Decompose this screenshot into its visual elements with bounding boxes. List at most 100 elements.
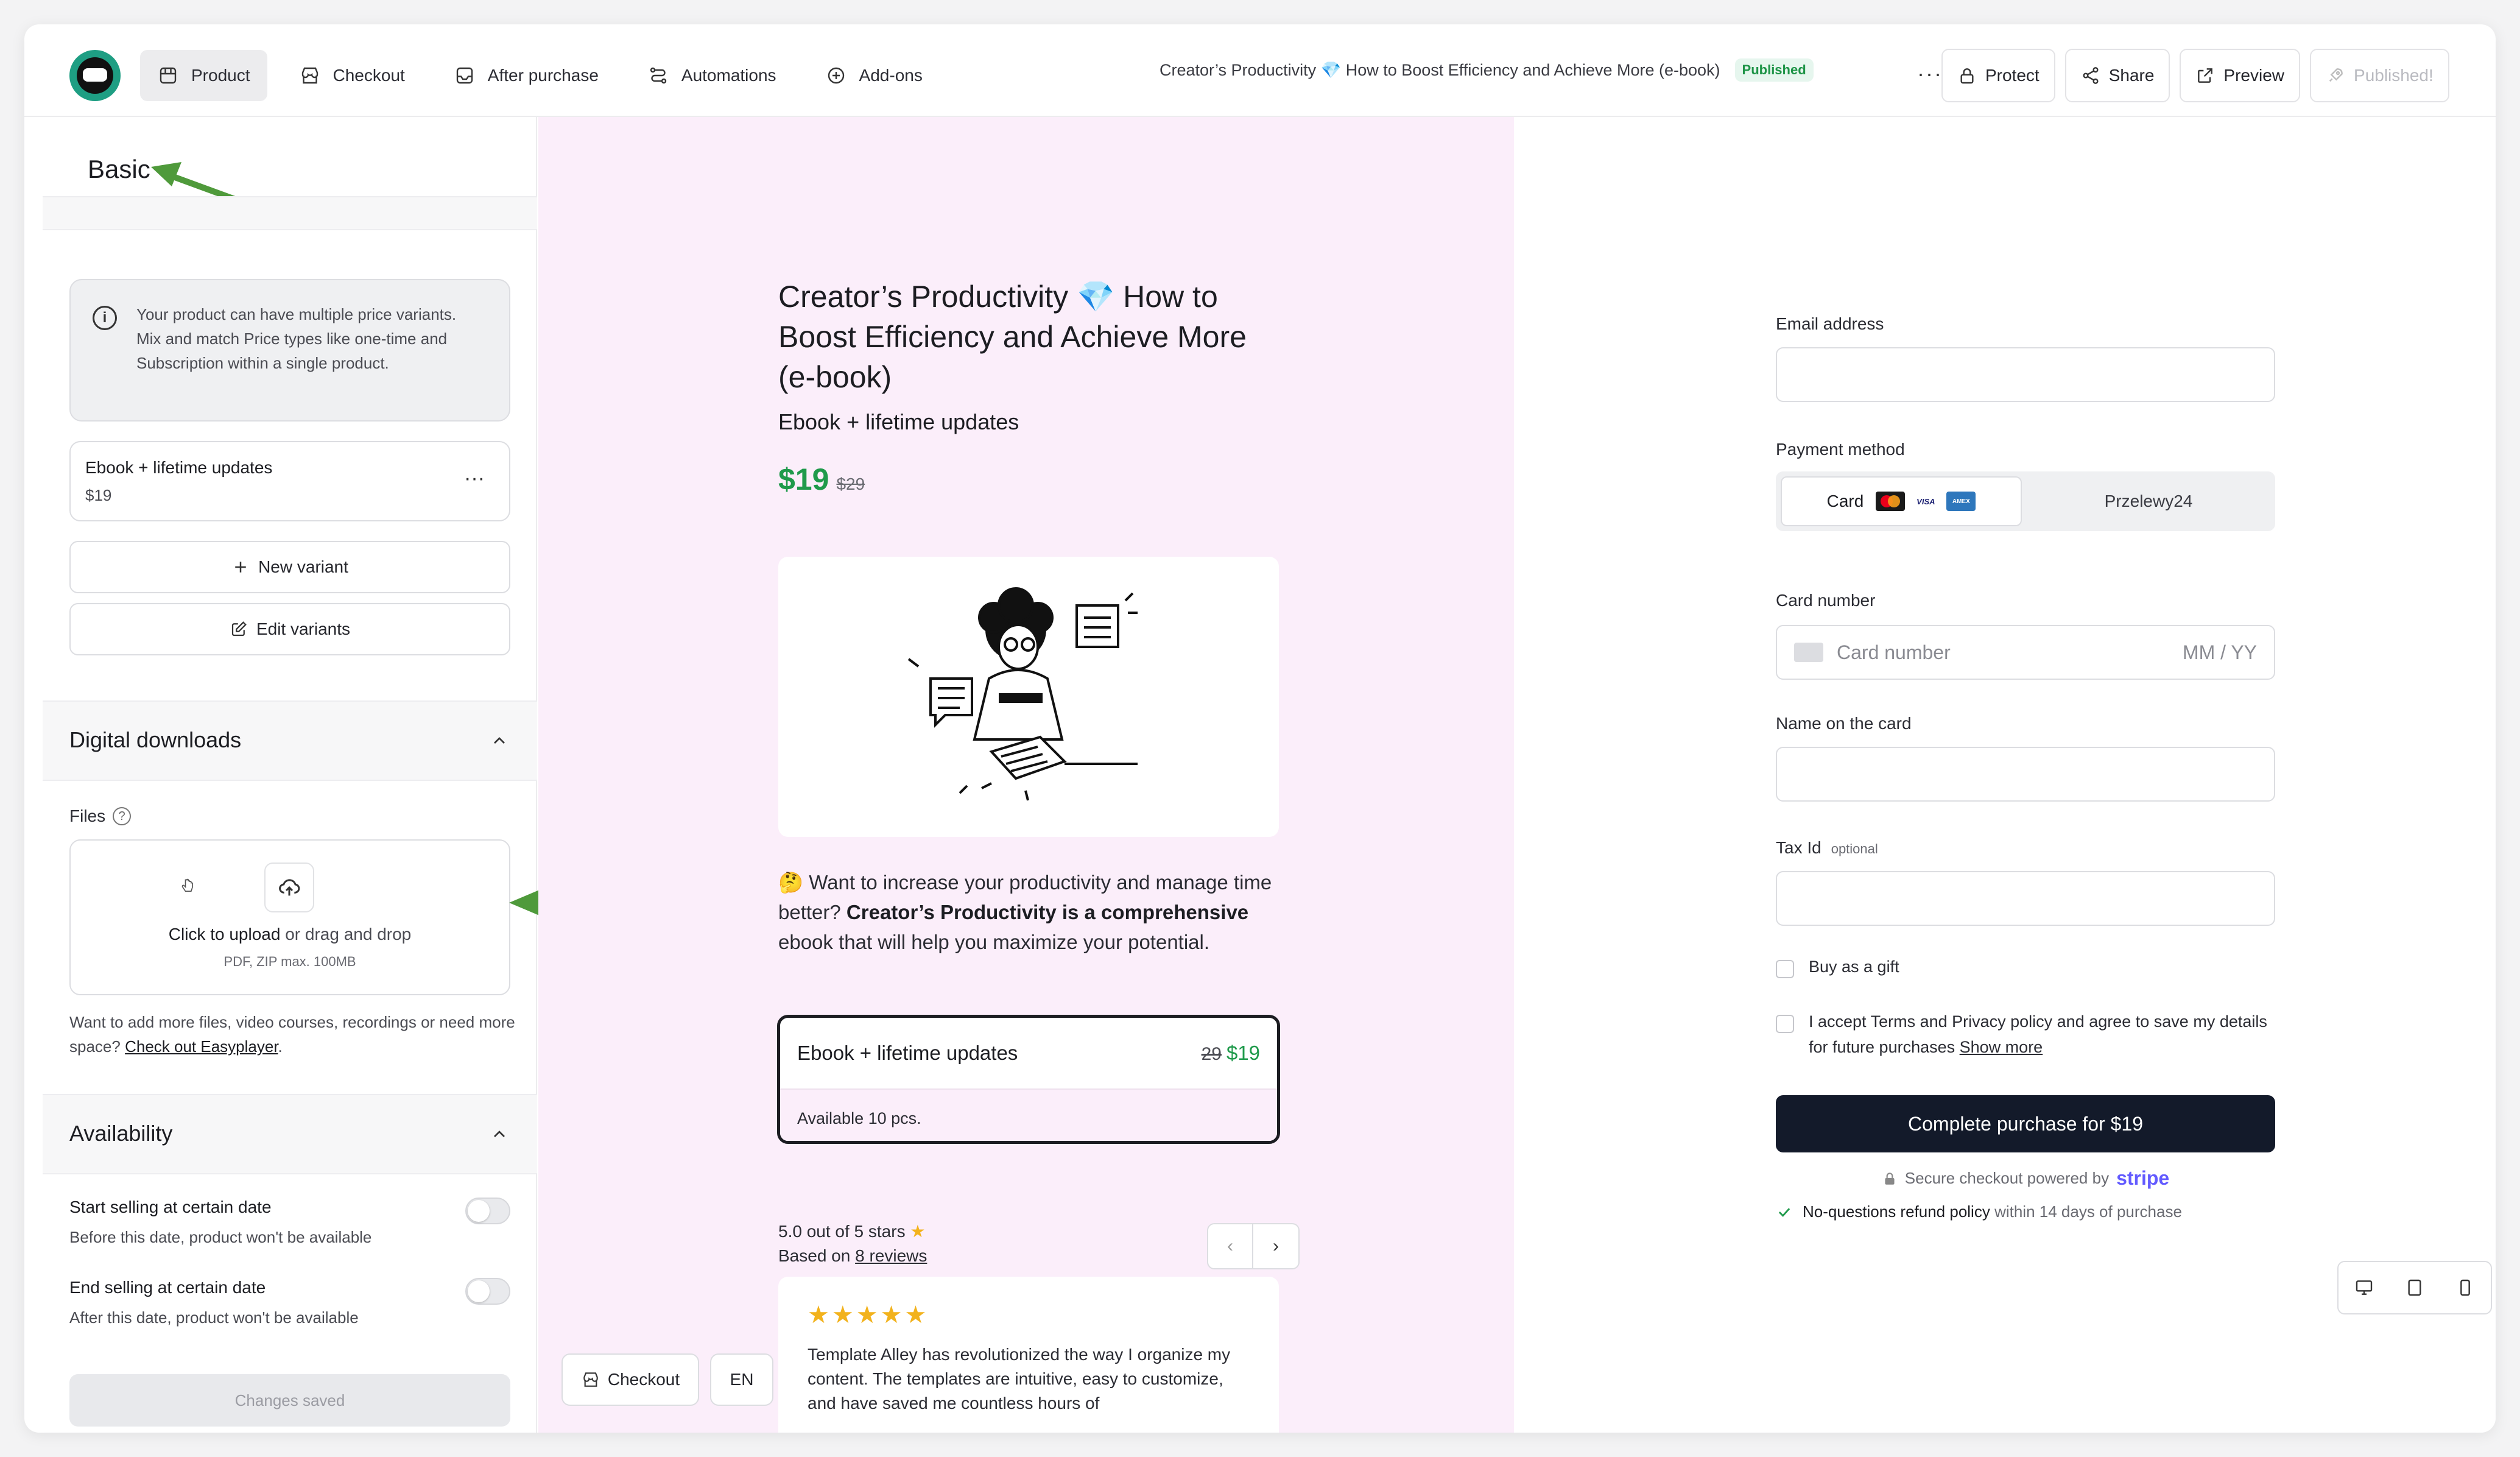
variant-name: Ebook + lifetime updates (85, 458, 273, 477)
changes-saved-button[interactable]: Changes saved (69, 1374, 510, 1427)
tab-card[interactable]: Card VISA AMEX (1781, 476, 2022, 526)
name-on-card-field[interactable] (1776, 747, 2275, 802)
more-options-icon[interactable]: ··· (1917, 61, 1943, 86)
section-divider (43, 196, 537, 230)
variant-card-top: Ebook + lifetime updates 29 $19 (780, 1018, 1277, 1088)
terms-label: I accept Terms and Privacy policy and ag… (1809, 1009, 2272, 1060)
start-selling-toggle[interactable] (465, 1198, 510, 1224)
price-variant-card[interactable]: Ebook + lifetime updates $19 ··· (69, 441, 510, 521)
mastercard-icon (1876, 492, 1906, 511)
email-field[interactable] (1776, 347, 2275, 402)
preview-title: Creator’s Productivity 💎 How to Boost Ef… (778, 280, 1247, 394)
external-link-icon (2198, 68, 2213, 83)
nav-item-label: Checkout (333, 66, 405, 85)
credit-card-icon (1794, 643, 1823, 662)
preview-subtitle: Ebook + lifetime updates (778, 409, 1019, 434)
nav-item-checkout[interactable]: Checkout (282, 50, 422, 101)
nav-item-automations[interactable]: Automations (630, 50, 794, 101)
share-button[interactable]: Share (2064, 49, 2170, 102)
chevron-up-icon[interactable] (490, 731, 509, 750)
review-text: Template Alley has revolutionized the wa… (808, 1345, 1231, 1413)
terms-checkbox[interactable] (1776, 1015, 1794, 1033)
rating-text: 5.0 out of 5 stars (778, 1222, 906, 1241)
lock-icon (1885, 1172, 1895, 1185)
main-nav: Product Checkout After purchase Automati… (140, 50, 940, 101)
preview-variant-card[interactable]: Ebook + lifetime updates 29 $19 Available… (777, 1015, 1280, 1144)
nav-item-product[interactable]: Product (140, 50, 267, 101)
review-pager: ‹ › (1207, 1223, 1300, 1269)
star-icon: ★ (910, 1222, 926, 1241)
nav-item-label: Automations (681, 66, 776, 85)
based-on-text: Based on (778, 1246, 856, 1265)
more-files-end: . (278, 1037, 283, 1056)
tab-card-label: Card (1826, 492, 1864, 510)
nav-item-label: After purchase (487, 66, 599, 85)
expiry-placeholder[interactable]: MM / YY (2183, 641, 2257, 664)
variant-menu-icon[interactable]: ··· (464, 467, 485, 490)
device-switcher (2337, 1261, 2492, 1314)
files-label: Files ? (69, 806, 132, 826)
secure-text: Secure checkout powered by (1904, 1169, 2110, 1187)
desc-text-2: ebook that will help you maximize your p… (778, 931, 1210, 953)
help-icon[interactable]: ? (113, 807, 132, 825)
refund-rest: within 14 days of purchase (1990, 1202, 2182, 1221)
info-text: Your product can have multiple price var… (136, 305, 457, 372)
desktop-view-icon[interactable] (2339, 1262, 2389, 1313)
gift-checkbox[interactable] (1776, 960, 1794, 978)
checkout-preview-button[interactable]: Checkout (561, 1353, 699, 1406)
mobile-view-icon[interactable] (2440, 1262, 2491, 1313)
plus-icon (235, 562, 246, 573)
complete-purchase-button[interactable]: Complete purchase for $19 (1776, 1095, 2275, 1152)
files-label-text: Files (69, 806, 106, 825)
editor-panel: Basic i Your product can have multiple p… (43, 117, 669, 1433)
product-image (778, 557, 1279, 837)
availability-section-header[interactable]: Availability (43, 1094, 537, 1174)
gift-label: Buy as a gift (1809, 958, 1899, 976)
app-logo[interactable] (69, 50, 121, 101)
card-number-field[interactable]: Card number MM / YY (1776, 625, 2275, 680)
digital-downloads-section-header[interactable]: Digital downloads (43, 700, 537, 781)
top-bar: Product Checkout After purchase Automati… (24, 24, 2496, 117)
edit-variants-button[interactable]: Edit variants (69, 603, 510, 655)
price-old: $29 (836, 474, 865, 493)
review-card: ★★★★★ Template Alley has revolutionized … (778, 1277, 1279, 1433)
tab-przelewy24[interactable]: Przelewy24 (2027, 476, 2270, 526)
protect-button[interactable]: Protect (1941, 49, 2055, 102)
upload-rest-text: or drag and drop (280, 925, 412, 944)
preview-description: 🤔 Want to increase your productivity and… (778, 867, 1279, 957)
nav-item-after-purchase[interactable]: After purchase (437, 50, 616, 101)
easyplayer-link[interactable]: Check out Easyplayer (125, 1037, 278, 1056)
card-brands: VISA AMEX (1876, 492, 1976, 511)
nav-item-add-ons[interactable]: Add-ons (808, 50, 940, 101)
published-button[interactable]: Published! (2310, 49, 2449, 102)
click-to-upload-link[interactable]: Click to upload (169, 925, 281, 944)
header-product-title: Creator’s Productivity 💎 How to Boost Ef… (1160, 61, 1720, 79)
tablet-view-icon[interactable] (2389, 1262, 2440, 1313)
show-more-link[interactable]: Show more (1960, 1038, 2043, 1056)
new-variant-button[interactable]: New variant (69, 541, 510, 593)
preview-button[interactable]: Preview (2180, 49, 2301, 102)
checkout-preview-label: Checkout (607, 1370, 680, 1389)
inbox-icon (456, 67, 473, 84)
box-icon (160, 67, 177, 84)
check-icon (1778, 1207, 1790, 1217)
tax-id-text: Tax Id (1776, 838, 1821, 857)
chevron-up-icon[interactable] (490, 1124, 509, 1144)
payment-method-tabs: Card VISA AMEX Przelewy24 (1776, 471, 2275, 531)
file-upload-dropzone[interactable]: Click to upload or drag and drop PDF, ZI… (69, 839, 510, 995)
language-button[interactable]: EN (710, 1353, 773, 1406)
lock-icon (1960, 68, 1974, 84)
start-selling-row: Start selling at certain date Before thi… (69, 1198, 510, 1247)
share-icon (2083, 67, 2099, 84)
tax-id-field[interactable] (1776, 871, 2275, 926)
info-icon: i (93, 306, 117, 330)
reviews-link[interactable]: 8 reviews (855, 1246, 927, 1265)
chevron-right-icon[interactable]: › (1253, 1223, 1300, 1269)
rating-summary: 5.0 out of 5 stars ★ Based on 8 reviews (778, 1219, 927, 1268)
chevron-left-icon[interactable]: ‹ (1207, 1223, 1253, 1269)
price-variants-info: i Your product can have multiple price v… (69, 279, 510, 422)
refund-bold: No-questions refund policy (1803, 1202, 1990, 1221)
end-selling-toggle[interactable] (465, 1278, 510, 1305)
preview-price: $19 $29 (778, 462, 865, 497)
product-preview: Creator’s Productivity 💎 How to Boost Ef… (538, 117, 1514, 1433)
